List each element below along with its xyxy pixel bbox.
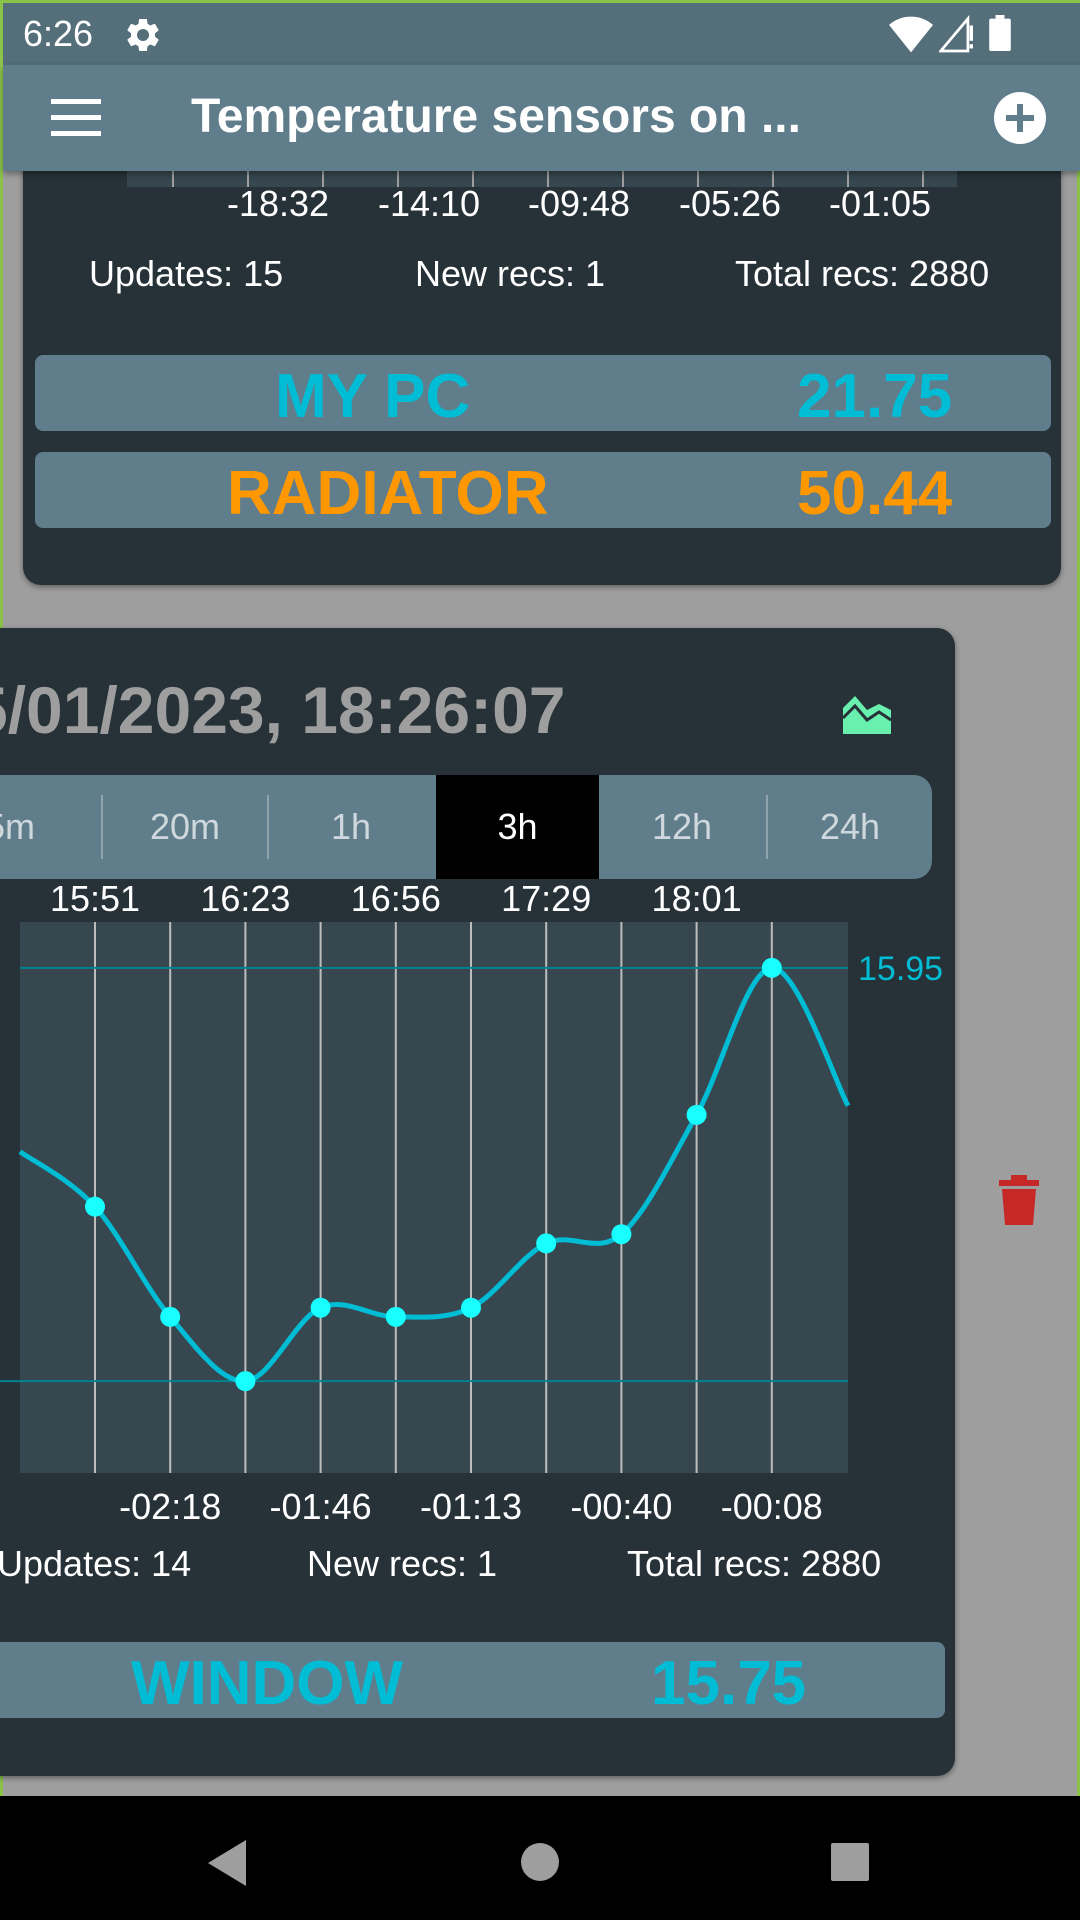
x-tick-label-bottom: -02:18	[119, 1486, 221, 1527]
system-nav-bar	[0, 1796, 1080, 1920]
data-point	[536, 1233, 557, 1254]
menu-icon[interactable]	[49, 97, 103, 139]
data-point	[611, 1224, 632, 1245]
x-tick-label: -09:48	[528, 183, 631, 224]
data-point	[85, 1196, 105, 1217]
plot-area	[20, 922, 848, 1473]
temperature-chart[interactable]: 15.95 15:51 16:23 16:56 17:29 18:01 -02:18 -01:…	[0, 628, 955, 1776]
data-point	[686, 1104, 707, 1125]
x-tick-label-top: 16:23	[200, 878, 290, 919]
sensor-row-radiator[interactable]: RADIATOR 50.44	[35, 452, 1051, 528]
app-bar: Temperature sensors on ...	[3, 65, 1080, 171]
sensor-row-my-pc[interactable]: MY PC 21.75	[35, 355, 1051, 431]
sensor-value: 21.75	[797, 362, 953, 431]
app-title: Temperature sensors on ...	[191, 90, 801, 143]
wifi-icon	[889, 16, 933, 53]
battery-icon	[989, 15, 1011, 51]
x-tick-label: -01:05	[829, 183, 932, 224]
x-tick-label-top: 18:01	[652, 878, 742, 919]
updates-count: Updates: 15	[89, 253, 284, 294]
data-point	[461, 1297, 481, 1318]
x-tick-label-bottom: -00:40	[570, 1486, 672, 1527]
x-tick-label: -14:10	[378, 183, 481, 224]
data-point	[761, 957, 782, 978]
data-point	[385, 1306, 406, 1327]
sensor-name: WINDOW	[131, 1649, 404, 1718]
recents-icon[interactable]	[830, 1842, 870, 1882]
sensor-name: MY PC	[275, 362, 471, 431]
sensor-row-window[interactable]: WINDOW 15.75	[0, 1642, 945, 1718]
data-point	[160, 1306, 181, 1327]
x-tick-label: -18:32	[227, 183, 330, 224]
sensor-card-2[interactable]: 5/01/2023, 18:26:07 5m 20m 1h 3h 12h 24h…	[0, 628, 955, 1776]
x-tick-label: -05:26	[679, 183, 782, 224]
data-point	[235, 1371, 256, 1392]
sensor-value: 15.75	[651, 1649, 807, 1718]
back-icon[interactable]	[204, 1838, 248, 1888]
trash-icon[interactable]	[999, 1175, 1039, 1225]
signal-icon	[939, 15, 973, 53]
max-value-label: 15.95	[858, 950, 943, 988]
sensor-name: RADIATOR	[227, 459, 549, 528]
status-time: 6:26	[23, 13, 94, 54]
x-tick-label-top: 15:51	[50, 878, 140, 919]
sensor-card-1: -18:32 -14:10 -09:48 -05:26 -01:05 Updat…	[23, 103, 1061, 585]
x-tick-label-top: 17:29	[501, 878, 591, 919]
x-tick-label-bottom: -01:46	[270, 1486, 372, 1527]
new-recs-count: New recs: 1	[415, 253, 606, 294]
status-bar: 6:26	[3, 3, 1080, 65]
x-tick-label-bottom: -01:13	[420, 1486, 522, 1527]
data-point	[310, 1297, 331, 1318]
x-tick-label-top: 16:56	[351, 878, 441, 919]
x-tick-label-bottom: -00:08	[721, 1486, 823, 1527]
home-icon[interactable]	[520, 1842, 560, 1882]
new-recs-count: New recs: 1	[307, 1543, 498, 1584]
gear-icon	[127, 18, 159, 51]
updates-count: Updates: 14	[0, 1543, 192, 1584]
sensor-value: 50.44	[797, 459, 953, 528]
add-circle-icon[interactable]	[993, 91, 1047, 145]
total-recs-count: Total recs: 2880	[627, 1543, 882, 1584]
total-recs-count: Total recs: 2880	[735, 253, 990, 294]
